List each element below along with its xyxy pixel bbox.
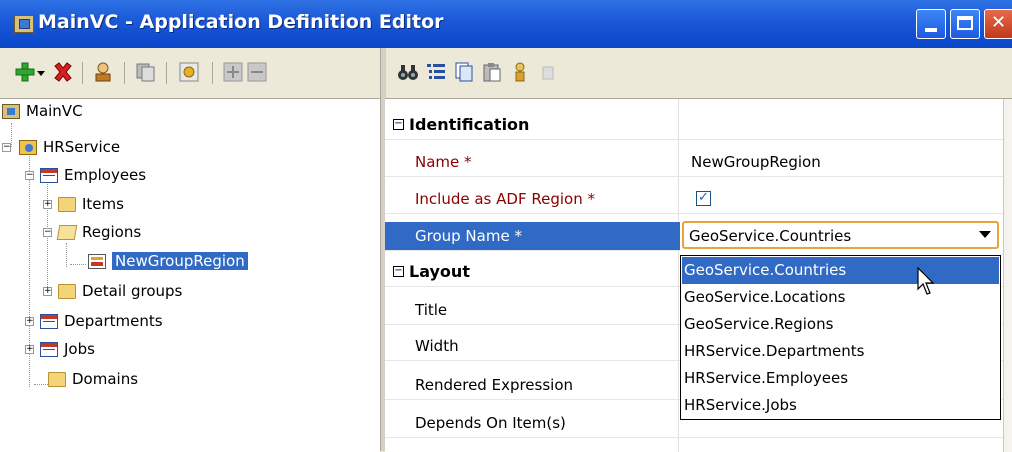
property-label: Name * <box>415 153 472 171</box>
tree-node-hrservice[interactable]: − HRService <box>2 135 120 159</box>
toolbar-separator <box>212 62 213 84</box>
tree-node-newgroupregion[interactable]: NewGroupRegion <box>88 249 248 273</box>
tree-node-label: Detail groups <box>82 282 183 300</box>
tree-node-label: Domains <box>72 370 139 388</box>
person-icon[interactable] <box>509 61 531 83</box>
toolbar-separator <box>124 62 125 84</box>
dropdown-option[interactable]: HRService.Departments <box>682 338 999 365</box>
toolbar-separator <box>166 62 167 84</box>
tree-node-detail-groups[interactable]: + Detail groups <box>43 279 182 303</box>
maximize-button[interactable] <box>950 9 980 39</box>
minimize-button[interactable] <box>916 9 946 39</box>
folder-icon <box>58 196 76 212</box>
properties-scrollbar[interactable] <box>1003 99 1012 452</box>
combo-selected-value: GeoService.Countries <box>689 227 852 245</box>
property-label: Title <box>415 301 448 319</box>
tree-node-regions[interactable]: − Regions <box>43 220 141 244</box>
expand-toggle-icon[interactable]: + <box>25 344 34 354</box>
window-title: MainVC - Application Definition Editor <box>38 11 444 33</box>
folder-icon <box>48 371 66 387</box>
user-icon[interactable] <box>92 61 114 83</box>
property-value[interactable]: NewGroupRegion <box>691 153 821 171</box>
property-label: Depends On Item(s) <box>415 414 566 432</box>
close-button[interactable] <box>984 9 1012 39</box>
folder-open-icon <box>56 224 78 240</box>
dropdown-option[interactable]: GeoService.Countries <box>682 257 999 284</box>
expand-toggle-icon[interactable]: + <box>43 286 52 296</box>
folder-icon <box>58 283 76 299</box>
dropdown-option[interactable]: HRService.Jobs <box>682 392 999 419</box>
tree-node-items[interactable]: + Items <box>43 192 124 216</box>
tree-node-jobs[interactable]: + Jobs <box>25 337 95 361</box>
dropdown-option[interactable]: GeoService.Locations <box>682 284 999 311</box>
tree-node-label: Regions <box>82 223 142 241</box>
tree-node-label: Items <box>82 195 124 213</box>
delete-icon[interactable] <box>52 61 74 83</box>
toolbar-separator <box>82 62 83 84</box>
disabled-action-icon <box>542 66 554 80</box>
property-row-include-adf-region[interactable]: Include as ADF Region * ✓ <box>385 185 1003 214</box>
group-name-dropdown: GeoService.Countries GeoService.Location… <box>680 255 1001 420</box>
tree-connector <box>70 264 86 265</box>
categorized-view-icon[interactable] <box>425 61 447 83</box>
property-label: Rendered Expression <box>415 376 574 394</box>
expand-toggle-icon[interactable]: + <box>25 316 34 326</box>
application-icon <box>2 103 20 119</box>
tree-connector <box>34 384 48 385</box>
group-name-combo[interactable]: GeoService.Countries <box>682 221 999 249</box>
collapse-category-icon[interactable]: − <box>393 119 404 130</box>
tree-node-departments[interactable]: + Departments <box>25 309 163 333</box>
collapse-all-icon[interactable] <box>246 61 268 83</box>
service-icon <box>19 139 37 155</box>
tree-panel: MainVC − HRService − Employees + Items −… <box>0 98 380 452</box>
title-bar: MainVC - Application Definition Editor <box>0 0 1012 48</box>
mouse-cursor-icon <box>917 267 935 295</box>
generate-icon[interactable] <box>178 61 200 83</box>
chevron-down-icon[interactable] <box>979 231 991 238</box>
copy-properties-icon[interactable] <box>453 61 475 83</box>
property-row-group-name[interactable]: Group Name * <box>385 222 680 251</box>
region-icon <box>88 253 106 269</box>
tree-node-label: Employees <box>64 166 147 184</box>
tree-node-label: Jobs <box>64 340 95 358</box>
tree-node-label: HRService <box>43 138 121 156</box>
property-row-name[interactable]: Name * NewGroupRegion <box>385 148 1003 177</box>
expand-all-icon[interactable] <box>222 61 244 83</box>
tree-node-domains[interactable]: Domains <box>48 367 138 391</box>
tree-node-mainvc[interactable]: MainVC <box>2 99 83 123</box>
tree-node-employees[interactable]: − Employees <box>25 163 146 187</box>
add-icon[interactable] <box>14 61 36 83</box>
dropdown-option[interactable]: GeoService.Regions <box>682 311 999 338</box>
expand-toggle-icon[interactable]: + <box>43 199 52 209</box>
app-icon <box>14 15 34 33</box>
tree-toolbar <box>0 48 380 98</box>
paste-properties-icon[interactable] <box>481 61 503 83</box>
copy-icon[interactable] <box>134 61 156 83</box>
collapse-category-icon[interactable]: − <box>393 266 404 277</box>
include-region-checkbox[interactable]: ✓ <box>696 191 711 206</box>
collapse-toggle-icon[interactable]: − <box>2 142 11 152</box>
tree-node-label: MainVC <box>26 102 83 120</box>
binoculars-icon[interactable] <box>397 61 419 83</box>
collapse-toggle-icon[interactable]: − <box>25 170 34 180</box>
collapse-toggle-icon[interactable]: − <box>43 227 52 237</box>
category-identification[interactable]: − Identification <box>385 111 1003 140</box>
properties-toolbar <box>385 48 1012 98</box>
property-label: Width <box>415 337 459 355</box>
group-icon <box>40 341 58 357</box>
tree-node-label: Departments <box>64 312 163 330</box>
add-dropdown-arrow-icon[interactable] <box>36 61 46 83</box>
tree-node-label-selected: NewGroupRegion <box>112 252 248 270</box>
property-label: Include as ADF Region * <box>415 190 595 208</box>
tree-connector <box>66 243 67 267</box>
group-icon <box>40 313 58 329</box>
group-icon <box>40 167 58 183</box>
dropdown-option[interactable]: HRService.Employees <box>682 365 999 392</box>
property-label: Group Name * <box>415 227 522 245</box>
